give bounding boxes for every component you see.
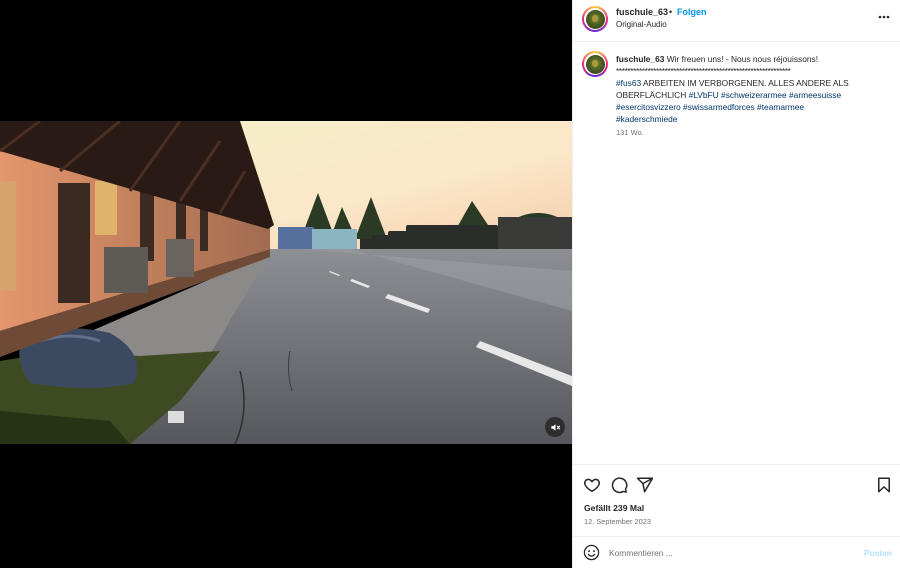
- comment-button[interactable]: [610, 476, 628, 494]
- comment-bubble-icon: [611, 477, 628, 494]
- caption-timestamp[interactable]: 131 Wo.: [616, 128, 644, 137]
- hashtag-teamarmee[interactable]: #teamarmee: [757, 102, 804, 112]
- audio-link[interactable]: Original-Audio: [616, 20, 667, 29]
- hashtag-schweizerarmee[interactable]: #schweizerarmee: [721, 90, 787, 100]
- hashtag-fus63[interactable]: #fus63: [616, 78, 641, 88]
- username-link[interactable]: fuschule_63: [616, 7, 668, 17]
- bookmark-icon: [878, 477, 890, 493]
- likes-count[interactable]: Gefällt 239 Mal: [584, 503, 644, 513]
- follow-button[interactable]: Folgen: [677, 7, 707, 17]
- emoji-smiley-icon: [583, 544, 600, 561]
- hashtag-lvbfu[interactable]: #LVbFU: [689, 90, 719, 100]
- avatar[interactable]: [582, 6, 608, 32]
- post-header: fuschule_63 • Folgen Original-Audio: [573, 0, 900, 42]
- caption-text: fuschule_63 Wir freuen uns! - Nous nous …: [616, 53, 864, 125]
- comment-input[interactable]: [609, 545, 849, 561]
- separator-dot: •: [669, 7, 673, 17]
- hashtag-kaderschmiede[interactable]: #kaderschmiede: [616, 114, 677, 124]
- avatar-image: [585, 9, 605, 29]
- post-comment-button[interactable]: Posten: [864, 548, 892, 558]
- mute-toggle-button[interactable]: [545, 417, 565, 437]
- caption-stars: ****************************************…: [616, 66, 791, 76]
- post-side-panel: fuschule_63 • Folgen Original-Audio fusc…: [572, 0, 900, 568]
- add-comment-bar: Posten: [573, 536, 900, 568]
- avatar-image: [585, 54, 605, 74]
- emoji-button[interactable]: [583, 544, 600, 561]
- post-actions: Gefällt 239 Mal 12. September 2023: [573, 464, 900, 536]
- caption-avatar[interactable]: [582, 51, 608, 77]
- share-button[interactable]: [636, 476, 654, 494]
- heart-icon: [584, 478, 600, 493]
- like-button[interactable]: [583, 476, 601, 494]
- save-button[interactable]: [875, 476, 893, 494]
- post-date: 12. September 2023: [584, 517, 651, 526]
- more-options-button[interactable]: [878, 9, 890, 21]
- hashtag-armeesuisse[interactable]: #armeesuisse: [789, 90, 841, 100]
- muted-speaker-icon: [550, 423, 560, 431]
- hashtag-swissarmedforces[interactable]: #swissarmedforces: [683, 102, 755, 112]
- more-horizontal-icon: [878, 15, 890, 19]
- video-frame[interactable]: [0, 121, 572, 444]
- post-media[interactable]: [0, 0, 572, 568]
- instagram-post-view: fuschule_63 • Folgen Original-Audio fusc…: [0, 0, 900, 568]
- hashtag-esercitosvizzero[interactable]: #esercitosvizzero: [616, 102, 681, 112]
- caption-intro: Wir freuen uns! - Nous nous réjouissons!: [666, 54, 819, 64]
- paper-plane-icon: [636, 477, 654, 493]
- caption-username[interactable]: fuschule_63: [616, 54, 664, 64]
